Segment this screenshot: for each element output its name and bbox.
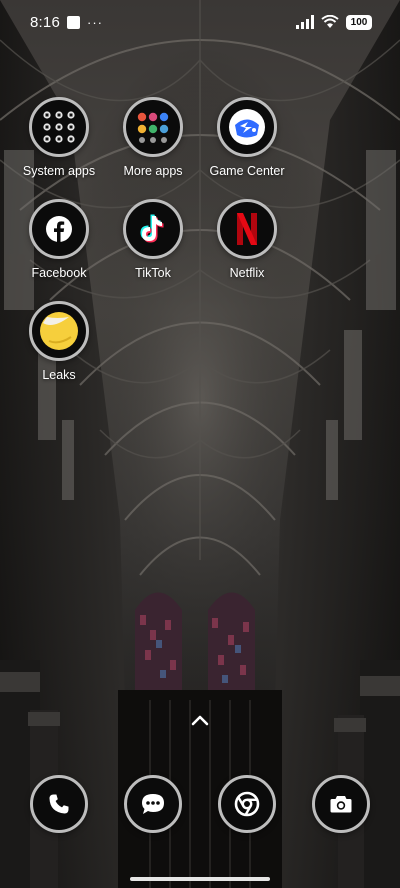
status-left: 8:16 ···: [30, 14, 103, 31]
app-label: Netflix: [229, 266, 265, 280]
facebook-icon[interactable]: [29, 199, 89, 259]
app-tiktok[interactable]: TikTok: [103, 199, 203, 280]
folder-grid-icon: [137, 112, 169, 143]
dock-phone-button[interactable]: [30, 775, 88, 833]
game-controller-icon: [229, 109, 265, 145]
status-right: 100: [296, 14, 372, 30]
game-center-icon[interactable]: [217, 97, 277, 157]
clock: 8:16: [30, 13, 60, 31]
app-label: System apps: [22, 164, 96, 178]
app-label: More apps: [123, 164, 183, 178]
system-apps-folder-icon[interactable]: [29, 97, 89, 157]
more-apps-folder-icon[interactable]: [123, 97, 183, 157]
app-game-center[interactable]: Game Center: [197, 97, 297, 178]
notification-square-icon: [67, 15, 80, 29]
app-netflix[interactable]: Netflix: [197, 199, 297, 280]
wifi-icon: [321, 15, 339, 28]
home-indicator[interactable]: [130, 877, 270, 881]
facebook-logo-icon: [46, 216, 72, 242]
battery-icon: 100: [346, 14, 372, 30]
app-label: Leaks: [42, 368, 76, 382]
more-dots-icon: ···: [87, 14, 103, 30]
dock-camera-button[interactable]: [312, 775, 370, 833]
chrome-icon: [234, 791, 260, 817]
app-facebook[interactable]: Facebook: [9, 199, 109, 280]
phone-icon: [49, 794, 69, 814]
signal-icon: [296, 15, 314, 29]
dock-chrome-button[interactable]: [218, 775, 276, 833]
tiktok-icon[interactable]: [123, 199, 183, 259]
app-more-apps[interactable]: More apps: [103, 97, 203, 178]
folder-grid-icon: [43, 111, 75, 143]
netflix-icon[interactable]: [217, 199, 277, 259]
camera-icon: [330, 796, 352, 813]
app-label: Facebook: [31, 266, 87, 280]
dock-messages-button[interactable]: [124, 775, 182, 833]
tiktok-logo-icon: [140, 214, 164, 243]
status-bar: 8:16 ··· 100: [0, 0, 400, 44]
leaks-icon[interactable]: [29, 301, 89, 361]
app-leaks[interactable]: Leaks: [9, 301, 109, 382]
chevron-up-icon[interactable]: [190, 712, 210, 728]
app-system-apps[interactable]: System apps: [9, 97, 109, 178]
netflix-logo-icon: [237, 213, 257, 245]
messages-icon: [142, 794, 164, 814]
app-label: Game Center: [209, 164, 285, 178]
app-label: TikTok: [135, 266, 171, 280]
leaks-logo-icon: [40, 312, 78, 350]
